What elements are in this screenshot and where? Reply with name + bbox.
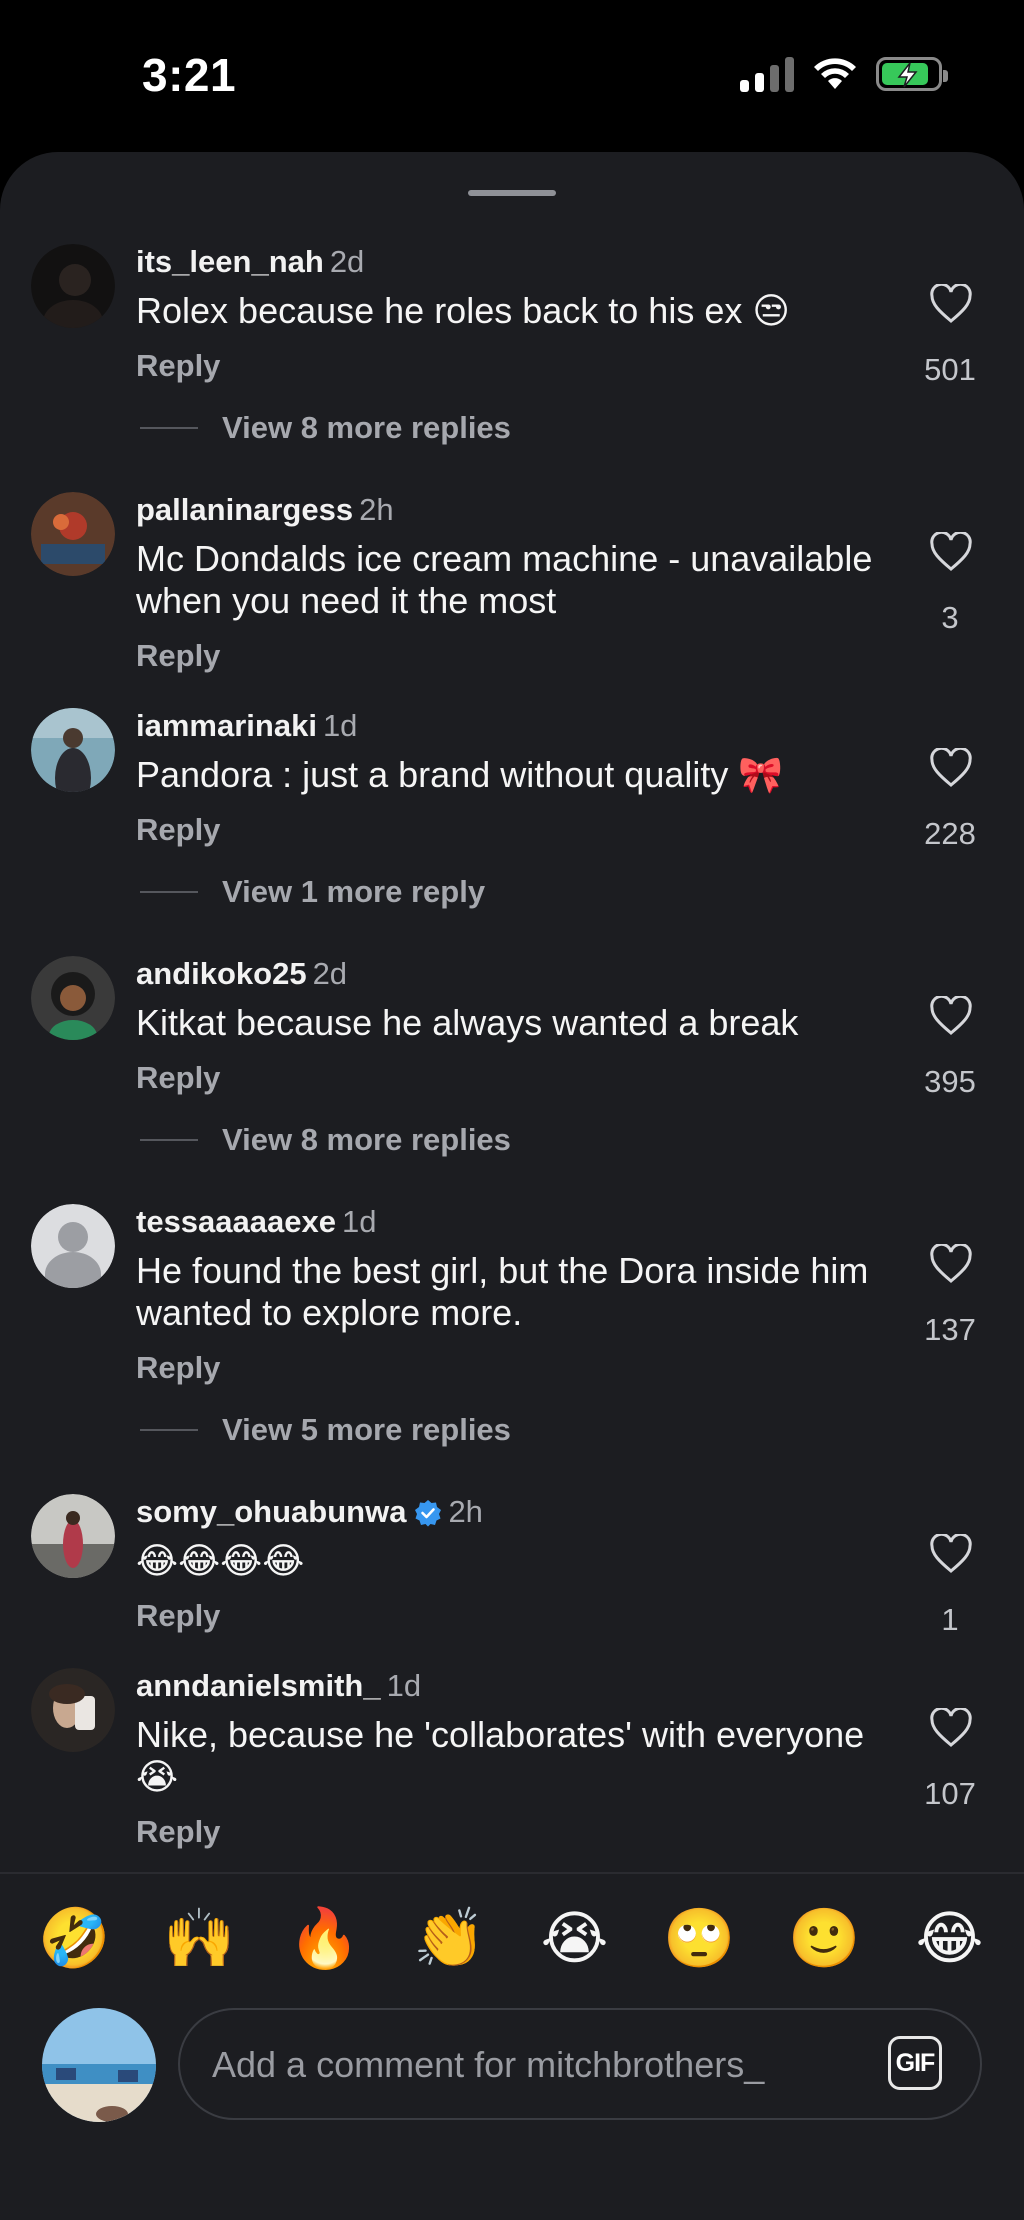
like-button[interactable]	[926, 530, 976, 577]
gif-button[interactable]: GIF	[888, 2036, 942, 2090]
wifi-icon	[814, 58, 856, 89]
reply-button[interactable]: Reply	[136, 1060, 220, 1096]
comment-text: Mc Dondalds ice cream machine - unavaila…	[136, 538, 873, 621]
sheet-grabber[interactable]	[468, 190, 556, 196]
comment-text: Pandora : just a brand without quality 🎀	[136, 754, 784, 795]
heart-icon	[930, 282, 972, 323]
like-button[interactable]	[926, 282, 976, 329]
default-avatar-icon[interactable]	[31, 1204, 115, 1288]
comment-text: He found the best girl, but the Dora ins…	[136, 1250, 869, 1333]
like-count: 137	[924, 1312, 976, 1347]
user-avatar[interactable]	[31, 492, 115, 576]
status-bar: 3:21	[0, 0, 1024, 150]
emoji-button[interactable]: 🙂	[785, 1904, 865, 1974]
emoji-button[interactable]: 🔥	[285, 1904, 365, 1974]
comment-meta: somy_ohuabunwa 2h	[136, 1494, 483, 1530]
comment-text: 😂😂😂😂	[136, 1540, 305, 1581]
like-button[interactable]	[926, 994, 976, 1041]
comment-input-box: GIF	[178, 2008, 982, 2120]
view-more-replies[interactable]: View 1 more reply	[140, 874, 485, 910]
status-icons	[740, 56, 948, 92]
comment-text: Rolex because he roles back to his ex 😒	[136, 290, 790, 331]
like-count: 501	[924, 352, 976, 387]
comment-username[interactable]: andikoko25	[136, 956, 307, 991]
heart-icon	[930, 1532, 972, 1573]
comment-username[interactable]: pallaninargess	[136, 492, 353, 527]
reply-button[interactable]: Reply	[136, 1814, 220, 1850]
comment-time: 2h	[448, 1494, 483, 1529]
like-button[interactable]	[926, 1532, 976, 1579]
like-count: 3	[941, 600, 959, 635]
emoji-bar-divider	[0, 1872, 1024, 1874]
view-more-label: View 1 more reply	[222, 874, 486, 909]
view-more-replies[interactable]: View 8 more replies	[140, 1122, 511, 1158]
current-user-avatar	[42, 2008, 156, 2122]
user-avatar[interactable]	[31, 956, 115, 1040]
heart-icon	[930, 530, 972, 571]
reply-button[interactable]: Reply	[136, 812, 220, 848]
like-count: 228	[924, 816, 976, 851]
comment-meta: pallaninargess 2h	[136, 492, 394, 528]
comment-username[interactable]: somy_ohuabunwa	[136, 1494, 406, 1529]
comment-text: Kitkat because he always wanted a break	[136, 1002, 799, 1043]
reply-button[interactable]: Reply	[136, 638, 220, 674]
comment-username[interactable]: iammarinaki	[136, 708, 317, 743]
comment-username[interactable]: its_leen_nah	[136, 244, 324, 279]
reply-button[interactable]: Reply	[136, 348, 220, 384]
comment-time: 1d	[341, 1204, 377, 1239]
reply-button[interactable]: Reply	[136, 1598, 220, 1634]
comment-username[interactable]: tessaaaaaexe	[136, 1204, 336, 1239]
view-more-replies[interactable]: View 5 more replies	[140, 1412, 511, 1448]
like-count: 107	[924, 1776, 976, 1811]
comment-time: 2d	[329, 244, 365, 279]
comments-sheet: its_leen_nah 2d Rolex because he roles ba…	[0, 152, 1024, 2220]
comment-input[interactable]	[210, 2010, 844, 2120]
status-time: 3:21	[142, 49, 237, 101]
comment-meta: anndanielsmith_ 1d	[136, 1668, 421, 1704]
heart-icon	[930, 994, 972, 1035]
like-count: 395	[924, 1064, 976, 1099]
view-more-replies[interactable]: View 8 more replies	[140, 410, 511, 446]
emoji-quick-bar: 🤣 🙌 🔥 👏 😭 🙄 🙂 😂	[0, 1904, 1024, 1974]
like-button[interactable]	[926, 746, 976, 793]
comment-time: 1d	[386, 1668, 422, 1703]
comment-meta: tessaaaaaexe 1d	[136, 1204, 376, 1240]
comment-composer: GIF	[0, 2002, 1024, 2132]
reply-button[interactable]: Reply	[136, 1350, 220, 1386]
emoji-button[interactable]: 😭	[535, 1904, 615, 1974]
view-more-label: View 5 more replies	[222, 1412, 511, 1447]
emoji-button[interactable]: 🙌	[160, 1904, 240, 1974]
heart-icon	[930, 1706, 972, 1747]
user-avatar[interactable]	[31, 1494, 115, 1578]
heart-icon	[930, 1242, 972, 1283]
like-button[interactable]	[926, 1242, 976, 1289]
comment-time: 1d	[322, 708, 358, 743]
emoji-button[interactable]: 🤣	[35, 1904, 115, 1974]
heart-icon	[930, 746, 972, 787]
like-count: 1	[941, 1602, 959, 1637]
user-avatar[interactable]	[31, 1668, 115, 1752]
user-avatar[interactable]	[31, 244, 115, 328]
comment-text: Nike, because he 'collaborates' with eve…	[136, 1714, 865, 1797]
user-avatar[interactable]	[31, 708, 115, 792]
view-more-label: View 8 more replies	[222, 1122, 511, 1157]
emoji-button[interactable]: 👏	[410, 1904, 490, 1974]
cellular-signal-icon	[740, 56, 794, 92]
comment-username[interactable]: anndanielsmith_	[136, 1668, 381, 1703]
comment-meta: its_leen_nah 2d	[136, 244, 364, 280]
comment-meta: andikoko25 2d	[136, 956, 347, 992]
emoji-button[interactable]: 😂	[910, 1904, 990, 1974]
view-more-label: View 8 more replies	[222, 410, 511, 445]
emoji-button[interactable]: 🙄	[660, 1904, 740, 1974]
comment-meta: iammarinaki 1d	[136, 708, 357, 744]
verified-badge-icon	[415, 1500, 442, 1527]
comment-time: 2h	[359, 492, 394, 527]
like-button[interactable]	[926, 1706, 976, 1753]
comment-time: 2d	[312, 956, 348, 991]
battery-charging-icon	[876, 57, 948, 91]
